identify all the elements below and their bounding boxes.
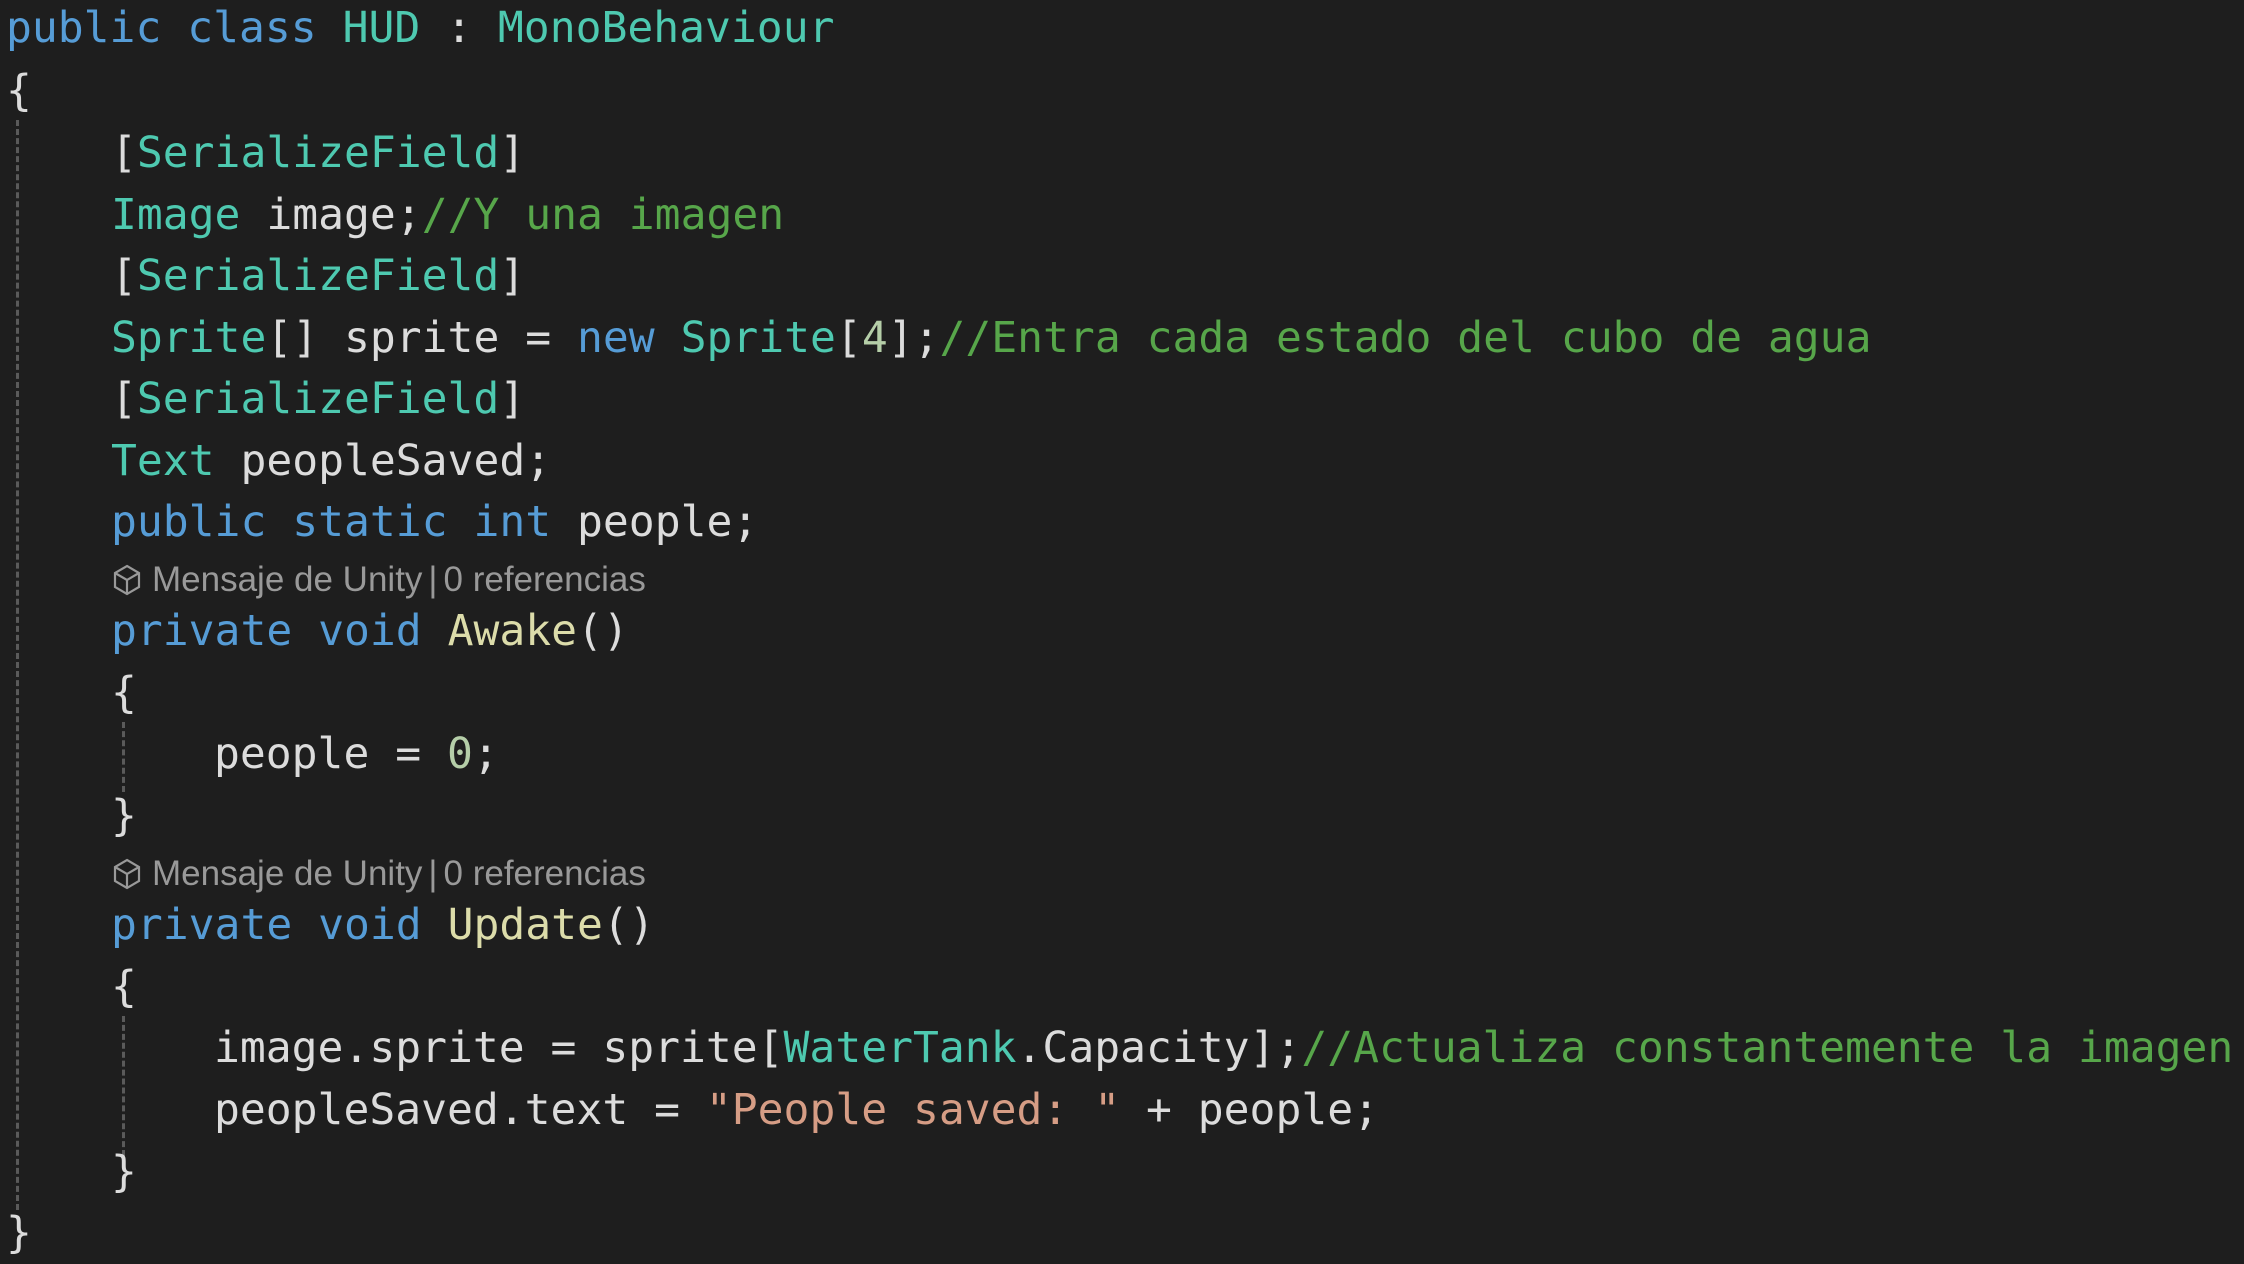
parentheses: () <box>602 900 655 950</box>
brace: } <box>111 791 137 841</box>
keyword: int <box>473 497 552 547</box>
bracket: [ <box>835 313 862 363</box>
code-line-people-saved-text: peopleSaved.text = "People saved: " + pe… <box>214 1079 1379 1141</box>
code-line-open-brace: { <box>111 956 137 1018</box>
code-line-class-declaration: public class HUD : MonoBehaviour <box>6 0 834 59</box>
code-text: .Capacity]; <box>1016 1023 1302 1073</box>
brace: { <box>111 668 137 718</box>
indent-guide-update <box>122 1016 125 1156</box>
codelens-awake[interactable]: Mensaje de Unity | 0 referencias <box>112 560 646 600</box>
codelens-message[interactable]: Mensaje de Unity <box>152 560 422 600</box>
number-literal: 4 <box>861 313 888 363</box>
string-literal: "People saved: " <box>705 1085 1121 1135</box>
code-text: ]; <box>887 313 940 363</box>
keyword: private <box>111 606 293 656</box>
bracket: [ <box>111 128 137 178</box>
codelens-update[interactable]: Mensaje de Unity | 0 referencias <box>112 854 646 894</box>
identifier: image; <box>266 190 422 240</box>
method-name: Update <box>447 900 603 950</box>
bracket: ] <box>499 251 526 301</box>
unity-cube-icon <box>113 858 141 890</box>
code-line-text-field: Text peopleSaved; <box>111 430 551 492</box>
comment: //Actualiza constantemente la imagen <box>1301 1023 2234 1073</box>
brace: } <box>6 1208 32 1258</box>
code-line-attribute: [SerializeField] <box>111 122 525 184</box>
bracket: [ <box>111 251 137 301</box>
code-line-attribute: [SerializeField] <box>111 368 525 430</box>
code-text: + people; <box>1120 1085 1379 1135</box>
bracket: ] <box>499 128 526 178</box>
codelens-references[interactable]: 0 referencias <box>444 854 646 894</box>
codelens-separator: | <box>428 560 438 599</box>
code-line-update-signature: private void Update() <box>111 894 655 956</box>
code-text: people = <box>214 729 447 779</box>
keyword: private <box>111 900 293 950</box>
code-line-people-field: public static int people; <box>111 491 758 553</box>
attribute-name: SerializeField <box>136 128 500 178</box>
bracket: ] <box>499 374 526 424</box>
code-text: [] sprite = <box>266 313 578 363</box>
type-name: Image <box>111 190 241 240</box>
unity-cube-icon <box>113 564 141 596</box>
type-name: WaterTank <box>783 1023 1017 1073</box>
code-line-close-brace: } <box>111 1141 137 1203</box>
identifier: people; <box>577 497 759 547</box>
keyword: void <box>318 606 422 656</box>
type-name: Sprite <box>111 313 267 363</box>
attribute-name: SerializeField <box>136 374 500 424</box>
brace: { <box>6 66 32 116</box>
brace: { <box>111 962 137 1012</box>
code-line-open-brace: { <box>111 662 137 724</box>
parentheses: () <box>577 606 629 656</box>
identifier: peopleSaved; <box>240 436 552 486</box>
method-name: Awake <box>447 606 578 656</box>
keyword: public <box>6 3 162 53</box>
code-line-sprite-array: Sprite[] sprite = new Sprite[4];//Entra … <box>111 307 1871 369</box>
code-line-people-assign: people = 0; <box>214 723 499 785</box>
keyword: new <box>577 313 655 363</box>
keyword: void <box>318 900 422 950</box>
keyword: static <box>292 497 448 547</box>
code-text: image.sprite = sprite[ <box>214 1023 784 1073</box>
codelens-references[interactable]: 0 referencias <box>444 560 646 600</box>
code-text: peopleSaved.text = <box>214 1085 706 1135</box>
code-line-awake-signature: private void Awake() <box>111 600 629 662</box>
number-literal: 0 <box>447 729 473 779</box>
code-editor[interactable]: public class HUD : MonoBehaviour { [Seri… <box>0 0 2244 1261</box>
comment: //Y una imagen <box>421 190 785 240</box>
code-line-close-brace: } <box>111 785 137 847</box>
class-name: HUD <box>342 3 421 53</box>
punctuation: : <box>446 3 473 53</box>
codelens-separator: | <box>428 854 438 893</box>
bracket: [ <box>111 374 137 424</box>
code-line-open-brace: { <box>6 60 32 122</box>
attribute-name: SerializeField <box>136 251 500 301</box>
code-line-attribute: [SerializeField] <box>111 245 525 307</box>
indent-guide-awake <box>122 722 125 792</box>
comment: //Entra cada estado del cubo de agua <box>939 313 1872 363</box>
brace: } <box>111 1147 137 1197</box>
code-text: ; <box>472 729 499 779</box>
type-name: Text <box>111 436 215 486</box>
code-line-image-sprite-assign: image.sprite = sprite[WaterTank.Capacity… <box>214 1017 2233 1079</box>
code-line-close-brace: } <box>6 1202 32 1264</box>
indent-guide-class <box>16 120 19 1210</box>
type-name: Sprite <box>680 313 836 363</box>
codelens-message[interactable]: Mensaje de Unity <box>152 854 422 894</box>
keyword: class <box>187 3 317 53</box>
base-class-name: MonoBehaviour <box>497 3 835 53</box>
keyword: public <box>111 497 267 547</box>
code-line-image-field: Image image;//Y una imagen <box>111 184 784 246</box>
